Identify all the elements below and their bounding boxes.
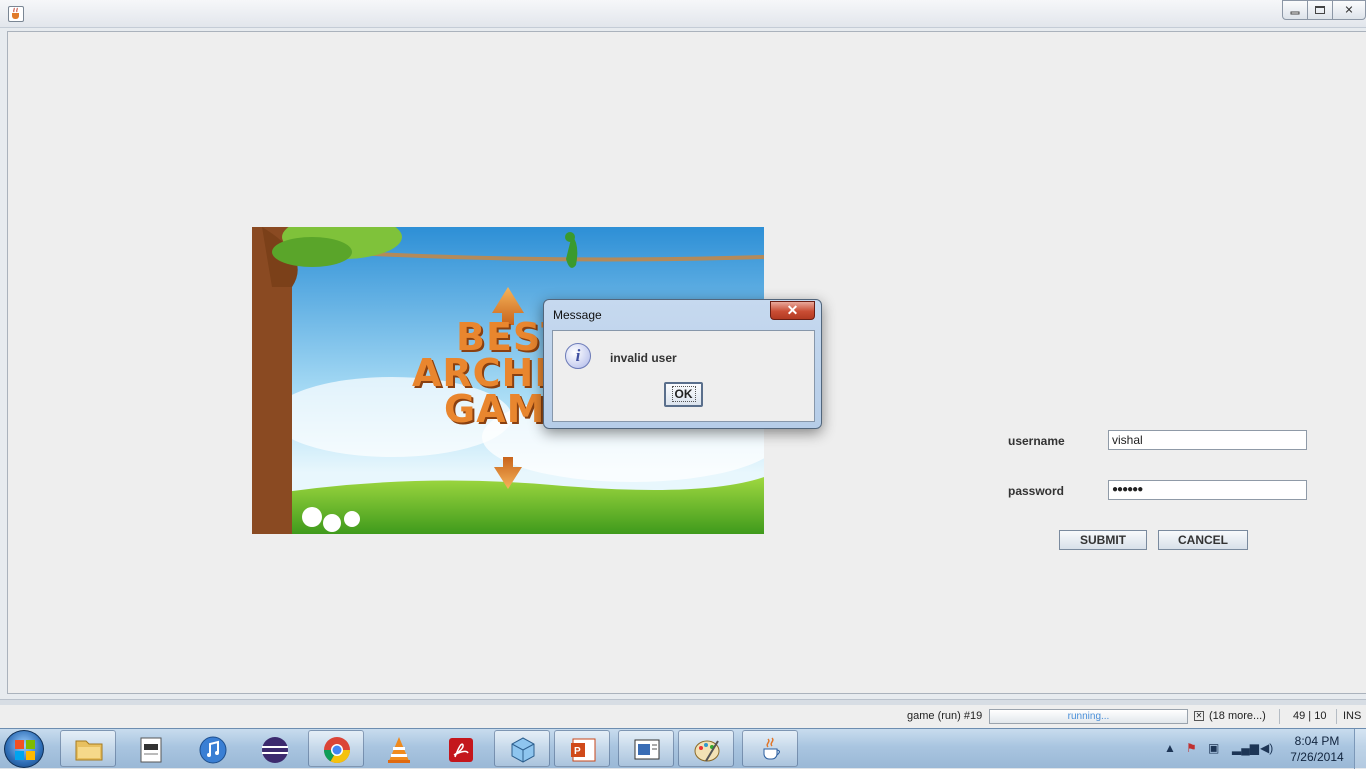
powerpoint-icon[interactable]: P (554, 730, 610, 767)
run-task-label[interactable]: game (run) #19 (907, 710, 982, 722)
eclipse-icon[interactable] (246, 730, 302, 767)
java-icon[interactable] (742, 730, 798, 767)
virtualbox-icon[interactable] (494, 730, 550, 767)
start-orb-icon[interactable] (4, 730, 44, 768)
username-label: username (1008, 434, 1065, 448)
paint-icon[interactable] (678, 730, 734, 767)
maximize-button[interactable] (1307, 0, 1333, 20)
adobe-reader-icon[interactable] (432, 730, 488, 767)
username-field[interactable] (1108, 430, 1307, 450)
minimize-button[interactable] (1282, 0, 1308, 20)
cursor-position: 49 | 10 (1293, 710, 1327, 722)
chrome-icon[interactable] (308, 730, 364, 767)
maximize-icon (1315, 6, 1325, 14)
close-icon: ✕ (1344, 4, 1354, 17)
run-progress-bar: running... (989, 709, 1188, 724)
minimize-icon (1290, 11, 1300, 15)
stop-task-icon[interactable]: ✕ (1194, 711, 1204, 721)
password-field[interactable]: ●●●●●● (1108, 480, 1307, 500)
ok-button[interactable]: OK (664, 382, 703, 407)
dialog-message: invalid user (610, 351, 677, 365)
file-explorer-icon[interactable] (60, 730, 116, 767)
submit-button[interactable]: SUBMIT (1059, 530, 1147, 550)
message-dialog: Message ✕ i invalid user OK (543, 299, 822, 429)
java-cup-icon[interactable] (8, 6, 24, 22)
clock-time: 8:04 PM (1294, 734, 1340, 748)
vlc-icon[interactable] (370, 730, 426, 767)
dialog-close-button[interactable]: ✕ (770, 301, 815, 320)
taskbar-clock[interactable]: 8:04 PM 7/26/2014 (1282, 733, 1352, 765)
status-separator (1336, 709, 1337, 724)
info-icon: i (565, 343, 591, 369)
close-icon: ✕ (786, 302, 799, 318)
clock-date: 7/26/2014 (1290, 750, 1344, 764)
more-tasks-link[interactable]: (18 more...) (1209, 710, 1266, 722)
window-title-bar: ✕ (0, 0, 1366, 28)
presentation-icon[interactable] (618, 730, 674, 767)
show-hidden-icons[interactable]: ▲ (1164, 741, 1176, 755)
password-label: password (1008, 484, 1065, 498)
ok-label: OK (671, 386, 696, 402)
itunes-icon[interactable] (184, 730, 240, 767)
dialog-body: i invalid user OK (552, 330, 815, 422)
show-desktop-button[interactable] (1354, 729, 1366, 769)
close-window-button[interactable]: ✕ (1332, 0, 1366, 20)
system-tray: ▲ ⚑ ▣ ▂▄▆ ◀) (1160, 729, 1280, 769)
ide-status-bar: game (run) #19 running... ✕ (18 more...)… (0, 705, 1366, 728)
device-icon[interactable]: ▣ (1208, 741, 1219, 755)
svg-text:P: P (574, 746, 581, 757)
dialog-title: Message (553, 308, 602, 322)
network-icon[interactable]: ▂▄▆ (1232, 741, 1259, 755)
action-center-icon[interactable]: ⚑ (1186, 741, 1197, 755)
volume-icon[interactable]: ◀) (1260, 741, 1273, 755)
notepad-icon[interactable] (122, 730, 178, 767)
insert-mode: INS (1343, 710, 1362, 722)
cancel-button[interactable]: CANCEL (1158, 530, 1248, 550)
windows-taskbar: P ▲ ⚑ ▣ ▂▄▆ ◀) 8:04 PM 7/26/2014 (0, 728, 1366, 769)
status-separator (1279, 709, 1280, 724)
